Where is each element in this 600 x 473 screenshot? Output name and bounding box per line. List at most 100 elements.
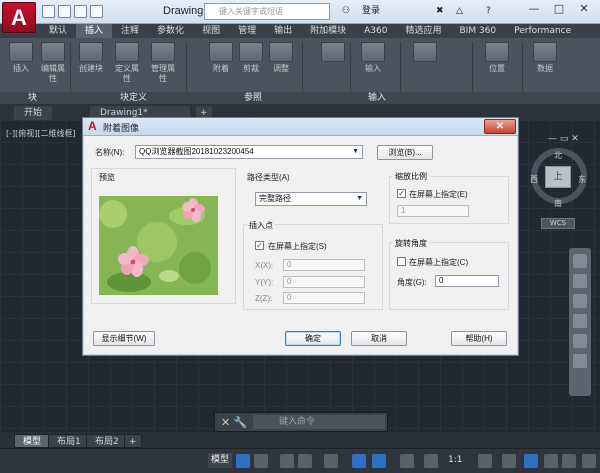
save-icon[interactable] xyxy=(74,5,87,18)
maximize-button[interactable]: □ xyxy=(547,1,571,19)
annotation-scale[interactable]: 1:1 xyxy=(448,455,462,465)
model-space-button[interactable]: 模型 xyxy=(208,453,232,468)
compass-north[interactable]: 北 xyxy=(554,150,562,161)
tab-output[interactable]: 输出 xyxy=(265,24,301,38)
tab-performance[interactable]: Performance xyxy=(505,24,580,38)
manage-attribute-icon xyxy=(151,42,175,62)
tab-start[interactable]: 开始 xyxy=(14,106,53,120)
scale-input[interactable]: 1 xyxy=(397,205,469,217)
new-file-icon[interactable] xyxy=(42,5,55,18)
panel-import[interactable]: 输入 xyxy=(368,92,386,104)
pan-icon[interactable] xyxy=(573,274,587,288)
panel-block[interactable]: 块 xyxy=(28,92,37,104)
x-input[interactable]: 0 xyxy=(283,259,365,271)
insert-block-button[interactable]: 插入 xyxy=(6,42,36,74)
search-input[interactable]: 键入关键字或短语 xyxy=(204,3,330,20)
browse-button[interactable]: 浏览(B)... xyxy=(377,145,433,160)
compass-south[interactable]: 南 xyxy=(554,198,562,209)
zoom-extents-icon[interactable] xyxy=(573,294,587,308)
command-input[interactable]: 键入命令 xyxy=(253,415,385,429)
exchange-icon[interactable]: ✖ xyxy=(436,4,444,19)
isodraft-icon[interactable] xyxy=(324,454,338,468)
full-navigation-wheel-icon[interactable] xyxy=(573,254,587,268)
tab-view[interactable]: 视图 xyxy=(193,24,229,38)
add-icon[interactable] xyxy=(502,454,516,468)
application-menu-button[interactable]: A xyxy=(2,2,36,33)
wcs-menu[interactable]: WCS xyxy=(541,218,575,229)
polar-tracking-icon[interactable] xyxy=(298,454,312,468)
tab-a360[interactable]: A360 xyxy=(355,24,396,38)
tab-default[interactable]: 默认 xyxy=(40,24,76,38)
orbit-icon[interactable] xyxy=(573,314,587,328)
clip-button[interactable]: 剪裁 xyxy=(236,42,266,74)
import-button[interactable]: 输入 xyxy=(358,42,388,74)
tab-insert[interactable]: 插入 xyxy=(76,24,113,38)
grid-display-icon[interactable] xyxy=(236,454,250,468)
compass-west[interactable]: 西 xyxy=(530,174,538,185)
tab-layout1[interactable]: 布局1 xyxy=(48,434,90,448)
customize-icon[interactable] xyxy=(582,454,596,468)
insert-onscreen-checkbox[interactable]: ✓ xyxy=(255,241,264,250)
isolate-objects-icon[interactable] xyxy=(524,454,538,468)
minimize-button[interactable]: — xyxy=(522,1,546,19)
ribbon-tool-a[interactable] xyxy=(318,42,348,64)
hardware-acceleration-icon[interactable] xyxy=(544,454,558,468)
open-file-icon[interactable] xyxy=(58,5,71,18)
object-snap-icon[interactable] xyxy=(372,454,386,468)
z-input[interactable]: 0 xyxy=(283,292,365,304)
z-label: Z(Z): xyxy=(255,294,273,303)
viewcube-top-face[interactable]: 上 xyxy=(545,166,571,188)
clean-screen-icon[interactable] xyxy=(562,454,576,468)
help-button[interactable]: 帮助(H) xyxy=(451,331,507,346)
user-icon[interactable]: ⚇ xyxy=(342,4,350,19)
a360-icon[interactable]: △ xyxy=(456,4,463,19)
show-details-button[interactable]: 显示细节(W) xyxy=(93,331,155,346)
close-command-line-icon[interactable]: ✕ 🔧 xyxy=(221,416,247,429)
panel-block-definition[interactable]: 块定义 xyxy=(120,92,147,104)
save-as-icon[interactable] xyxy=(90,5,103,18)
manage-attribute-button[interactable]: 管理属性 xyxy=(148,42,178,84)
tab-featured-apps[interactable]: 精选应用 xyxy=(396,24,450,38)
scale-onscreen-checkbox[interactable]: ✓ xyxy=(397,189,406,198)
attach-button[interactable]: 附着 xyxy=(206,42,236,74)
compass-east[interactable]: 东 xyxy=(578,174,586,185)
rotation-onscreen-checkbox[interactable] xyxy=(397,257,406,266)
ok-button[interactable]: 确定 xyxy=(285,331,341,346)
tab-bim360[interactable]: BIM 360 xyxy=(450,24,505,38)
object-snap-tracking-icon[interactable] xyxy=(352,454,366,468)
new-layout-button[interactable]: + xyxy=(124,434,142,448)
y-input[interactable]: 0 xyxy=(283,276,365,288)
tab-layout2[interactable]: 布局2 xyxy=(86,434,128,448)
panel-reference[interactable]: 参照 xyxy=(244,92,262,104)
login-button[interactable]: 登录 xyxy=(362,4,380,19)
adjust-button[interactable]: 调整 xyxy=(266,42,296,74)
help-icon[interactable]: ? xyxy=(486,4,491,19)
path-type-dropdown[interactable]: 完整路径 ▼ xyxy=(255,192,367,206)
lineweight-icon[interactable] xyxy=(400,454,414,468)
viewport-window-controls[interactable]: — ▭ ✕ xyxy=(548,134,579,144)
viewport-controls[interactable]: [-][俯视][二维线框] xyxy=(6,128,76,139)
dialog-close-button[interactable]: ✕ xyxy=(484,119,516,134)
angle-input[interactable]: 0 xyxy=(435,275,499,287)
tab-parametric[interactable]: 参数化 xyxy=(148,24,193,38)
data-button[interactable]: 数据 xyxy=(530,42,560,74)
cancel-button[interactable]: 取消 xyxy=(351,331,407,346)
tab-model[interactable]: 模型 xyxy=(14,434,51,448)
workspace-switch-icon[interactable] xyxy=(478,454,492,468)
ortho-icon[interactable] xyxy=(280,454,294,468)
snap-mode-icon[interactable] xyxy=(254,454,268,468)
create-block-button[interactable]: 创建块 xyxy=(76,42,106,74)
define-attribute-button[interactable]: 定义属性 xyxy=(112,42,142,84)
y-label: Y(Y): xyxy=(255,278,274,287)
annotation-visibility-icon[interactable] xyxy=(424,454,438,468)
tab-manage[interactable]: 管理 xyxy=(229,24,265,38)
close-window-button[interactable]: ✕ xyxy=(572,1,596,19)
edit-attribute-button[interactable]: 编辑属性 xyxy=(38,42,68,84)
tab-annotate[interactable]: 注释 xyxy=(112,24,148,38)
name-dropdown[interactable]: QQ浏览器截图20181023200454 ▼ xyxy=(135,145,363,159)
location-button[interactable]: 位置 xyxy=(482,42,512,74)
tab-addins[interactable]: 附加模块 xyxy=(301,24,355,38)
showmotion-icon[interactable] xyxy=(573,334,587,348)
data-link-button[interactable] xyxy=(410,42,440,64)
navbar-settings-icon[interactable] xyxy=(573,354,587,368)
